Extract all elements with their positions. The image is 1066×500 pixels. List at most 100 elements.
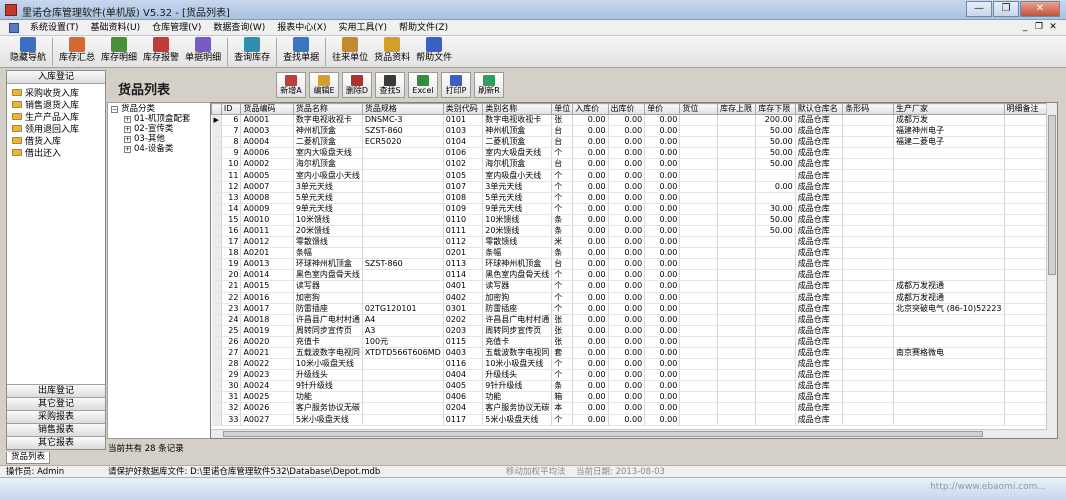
row-selector[interactable] — [211, 158, 222, 171]
row-selector[interactable] — [211, 347, 222, 360]
row-selector[interactable] — [211, 236, 222, 249]
table-row[interactable]: 9 A0006 室内大吸盘天线 0106 室内大吸盘天线个 0.00 0.00 0.00 50.… — [211, 147, 1057, 160]
column-header-10[interactable]: 货位 — [679, 103, 719, 115]
table-row[interactable]: 16 A0011 20米馈线 0111 20米馈线条 0.00 0.00 0.00 50.00 成… — [211, 225, 1057, 238]
row-selector[interactable] — [211, 303, 222, 315]
horizontal-scrollbar[interactable] — [211, 429, 1047, 438]
expand-icon[interactable]: + — [124, 145, 131, 153]
nav-item-4[interactable]: 借货入库 — [7, 134, 105, 147]
table-row[interactable]: 26 A0020 充值卡 100元 0115 充值卡张 0.00 0.00 0.00 成品仓库 — [211, 336, 1057, 348]
column-header-13[interactable]: 默认仓库名 — [794, 103, 844, 115]
table-row[interactable]: 30 A0024 9针升级线 0405 9针升级线条 0.00 0.00 0.00 成品仓库 — [211, 380, 1057, 393]
minimize-button[interactable]: — — [966, 1, 992, 17]
column-header-9[interactable]: 单价 — [644, 103, 681, 115]
nav-header-2[interactable]: 采购报表 — [7, 410, 105, 423]
row-selector[interactable] — [211, 225, 222, 238]
table-row[interactable]: 31 A0025 功能 0406 功能箱 0.00 0.00 0.00 成品仓库 — [211, 391, 1057, 404]
row-selector[interactable] — [211, 402, 222, 415]
table-row[interactable]: 33 A0027 5米小吸盘天线 0117 5米小吸盘天线个 0.00 0.00 0.00 成品… — [211, 414, 1057, 426]
nav-header-1[interactable]: 其它登记 — [7, 397, 105, 410]
mdi-restore-button[interactable]: ❐ — [1032, 22, 1046, 32]
table-row[interactable]: 21 A0015 读写器 0401 读写器个 0.00 0.00 0.00 成品仓库 成都万发视通 — [211, 280, 1057, 293]
tree-node-0[interactable]: +01-机顶盒配套 — [111, 114, 210, 124]
tab-goods-list[interactable]: 货品列表 — [6, 452, 50, 464]
toolbar-button-0[interactable]: 隐藏导航 — [7, 36, 49, 67]
column-header-11[interactable]: 库存上限 — [717, 103, 757, 115]
row-selector[interactable] — [211, 147, 222, 160]
tree-root[interactable]: − 货品分类 — [111, 104, 210, 114]
content-button-5[interactable]: 打印P — [441, 72, 471, 98]
row-selector[interactable] — [211, 292, 222, 304]
menu-item-6[interactable]: 帮助文件(Z) — [393, 21, 454, 35]
table-row[interactable]: 29 A0023 升级线头 0404 升级线头个 0.00 0.00 0.00 成品仓库 — [211, 369, 1057, 382]
nav-header-0[interactable]: 出库登记 — [7, 384, 105, 397]
tree-node-3[interactable]: +04-设备类 — [111, 144, 210, 154]
column-header-3[interactable]: 货品规格 — [361, 103, 444, 115]
menu-item-0[interactable]: 系统设置(T) — [24, 21, 85, 35]
table-row[interactable]: 15 A0010 10米馈线 0110 10米馈线条 0.00 0.00 0.00 50.00 成… — [211, 214, 1057, 226]
close-button[interactable]: ✕ — [1020, 1, 1060, 17]
mdi-close-button[interactable]: ✕ — [1046, 22, 1060, 32]
table-row[interactable]: 19 A0013 环球神州机顶盒 SZST-860 0113 环球神州机顶盒台 0.00 0.… — [211, 258, 1057, 271]
toolbar-button-6[interactable]: 查找单据 — [280, 36, 322, 67]
nav-item-3[interactable]: 领用退回入库 — [7, 122, 105, 135]
toolbar-button-2[interactable]: 库存明细 — [98, 36, 140, 67]
maximize-button[interactable]: ❐ — [993, 1, 1019, 17]
toolbar-button-8[interactable]: 货品资料 — [371, 36, 413, 67]
row-selector[interactable] — [211, 125, 222, 138]
table-row[interactable]: 12 A0007 3单元天线 0107 3单元天线个 0.00 0.00 0.00 0.00 成品… — [211, 181, 1057, 193]
toolbar-button-3[interactable]: 库存报警 — [140, 36, 182, 67]
row-selector[interactable] — [211, 247, 222, 260]
table-row[interactable]: 18 A0201 条幅 0201 条幅条 0.00 0.00 0.00 成品仓库 — [211, 247, 1057, 260]
column-header-1[interactable]: 货品编码 — [240, 103, 294, 115]
nav-item-2[interactable]: 生产产品入库 — [7, 110, 105, 123]
column-header-14[interactable]: 条形码 — [842, 103, 895, 115]
table-row[interactable]: 8 A0004 二菱机顶盒 ECR5020 0104 二菱机顶盒台 0.00 0.00 0.00… — [211, 136, 1057, 149]
table-row[interactable]: 13 A0008 5单元天线 0108 5单元天线个 0.00 0.00 0.00 成品仓库 — [211, 192, 1057, 204]
table-row[interactable]: 20 A0014 黑色室内盘骨天线 0114 黑色室内盘骨天线个 0.00 0.00 0.00… — [211, 269, 1057, 282]
menu-item-1[interactable]: 基础资料(U) — [85, 21, 147, 35]
nav-item-5[interactable]: 借出还入 — [7, 146, 105, 159]
table-row[interactable]: 14 A0009 9单元天线 0109 9单元天线个 0.00 0.00 0.00 30.00 成… — [211, 203, 1057, 215]
row-selector[interactable] — [211, 369, 222, 382]
content-button-4[interactable]: Excel — [408, 72, 438, 98]
row-selector[interactable] — [211, 214, 222, 226]
row-selector[interactable] — [211, 181, 222, 193]
table-row[interactable]: ▶ 6 A0001 数字电视收视卡 DNSMC-3 0101 数字电视收视卡张 0.00 0.0… — [211, 114, 1057, 127]
column-header-0[interactable]: ID — [220, 103, 242, 115]
expand-icon[interactable]: + — [124, 135, 131, 143]
row-selector[interactable] — [211, 358, 222, 371]
nav-header-inbound[interactable]: 入库登记 — [7, 71, 105, 84]
toolbar-button-7[interactable]: 往来单位 — [329, 36, 371, 67]
row-selector[interactable] — [211, 203, 222, 215]
column-header-4[interactable]: 类别代码 — [442, 103, 484, 115]
row-selector[interactable] — [211, 136, 222, 149]
tree-node-2[interactable]: +03-其他 — [111, 134, 210, 144]
horizontal-scroll-thumb[interactable] — [223, 431, 983, 437]
table-row[interactable]: 27 A0021 五载波数字电视同 XTDTD566T606MD 0403 五载波数字电视… — [211, 347, 1057, 360]
table-row[interactable]: 24 A0018 许昌县广电村村通 A4 0202 许昌县广电村村通张 0.00 0.00 0.… — [211, 314, 1057, 326]
mdi-minimize-button[interactable]: _ — [1018, 22, 1032, 32]
column-header-5[interactable]: 类别名称 — [482, 103, 553, 115]
row-selector[interactable] — [211, 269, 222, 282]
row-selector[interactable] — [211, 314, 222, 326]
column-header-15[interactable]: 生产厂家 — [893, 103, 1005, 115]
table-row[interactable]: 25 A0019 周转同步宣传页 A3 0203 周转同步宣传页张 0.00 0.00 0.00… — [211, 325, 1057, 337]
table-row[interactable]: 22 A0016 加密狗 0402 加密狗个 0.00 0.00 0.00 成品仓库 成都万发视通 — [211, 292, 1057, 304]
toolbar-button-9[interactable]: 帮助文件 — [413, 36, 455, 67]
content-button-3[interactable]: 查找S — [375, 72, 405, 98]
column-header-7[interactable]: 入库价 — [572, 103, 609, 115]
nav-item-0[interactable]: 采购收货入库 — [7, 86, 105, 99]
content-button-1[interactable]: 编辑E — [309, 72, 339, 98]
row-selector[interactable] — [211, 258, 222, 271]
row-selector[interactable] — [211, 169, 222, 182]
table-row[interactable]: 11 A0005 室内小吸盘小天线 0105 室内吸盘小天线个 0.00 0.00 0.00 成… — [211, 169, 1057, 182]
table-row[interactable]: 32 A0026 客户服务协议无碳 0204 客户服务协议无碳本 0.00 0.00 0.00… — [211, 402, 1057, 415]
nav-item-1[interactable]: 销售退货入库 — [7, 98, 105, 111]
expand-icon[interactable]: + — [124, 115, 131, 123]
expand-icon[interactable]: + — [124, 125, 131, 133]
row-selector[interactable] — [211, 380, 222, 393]
row-selector[interactable] — [211, 391, 222, 404]
nav-header-4[interactable]: 其它报表 — [7, 436, 105, 449]
column-header-2[interactable]: 货品名称 — [292, 103, 363, 115]
